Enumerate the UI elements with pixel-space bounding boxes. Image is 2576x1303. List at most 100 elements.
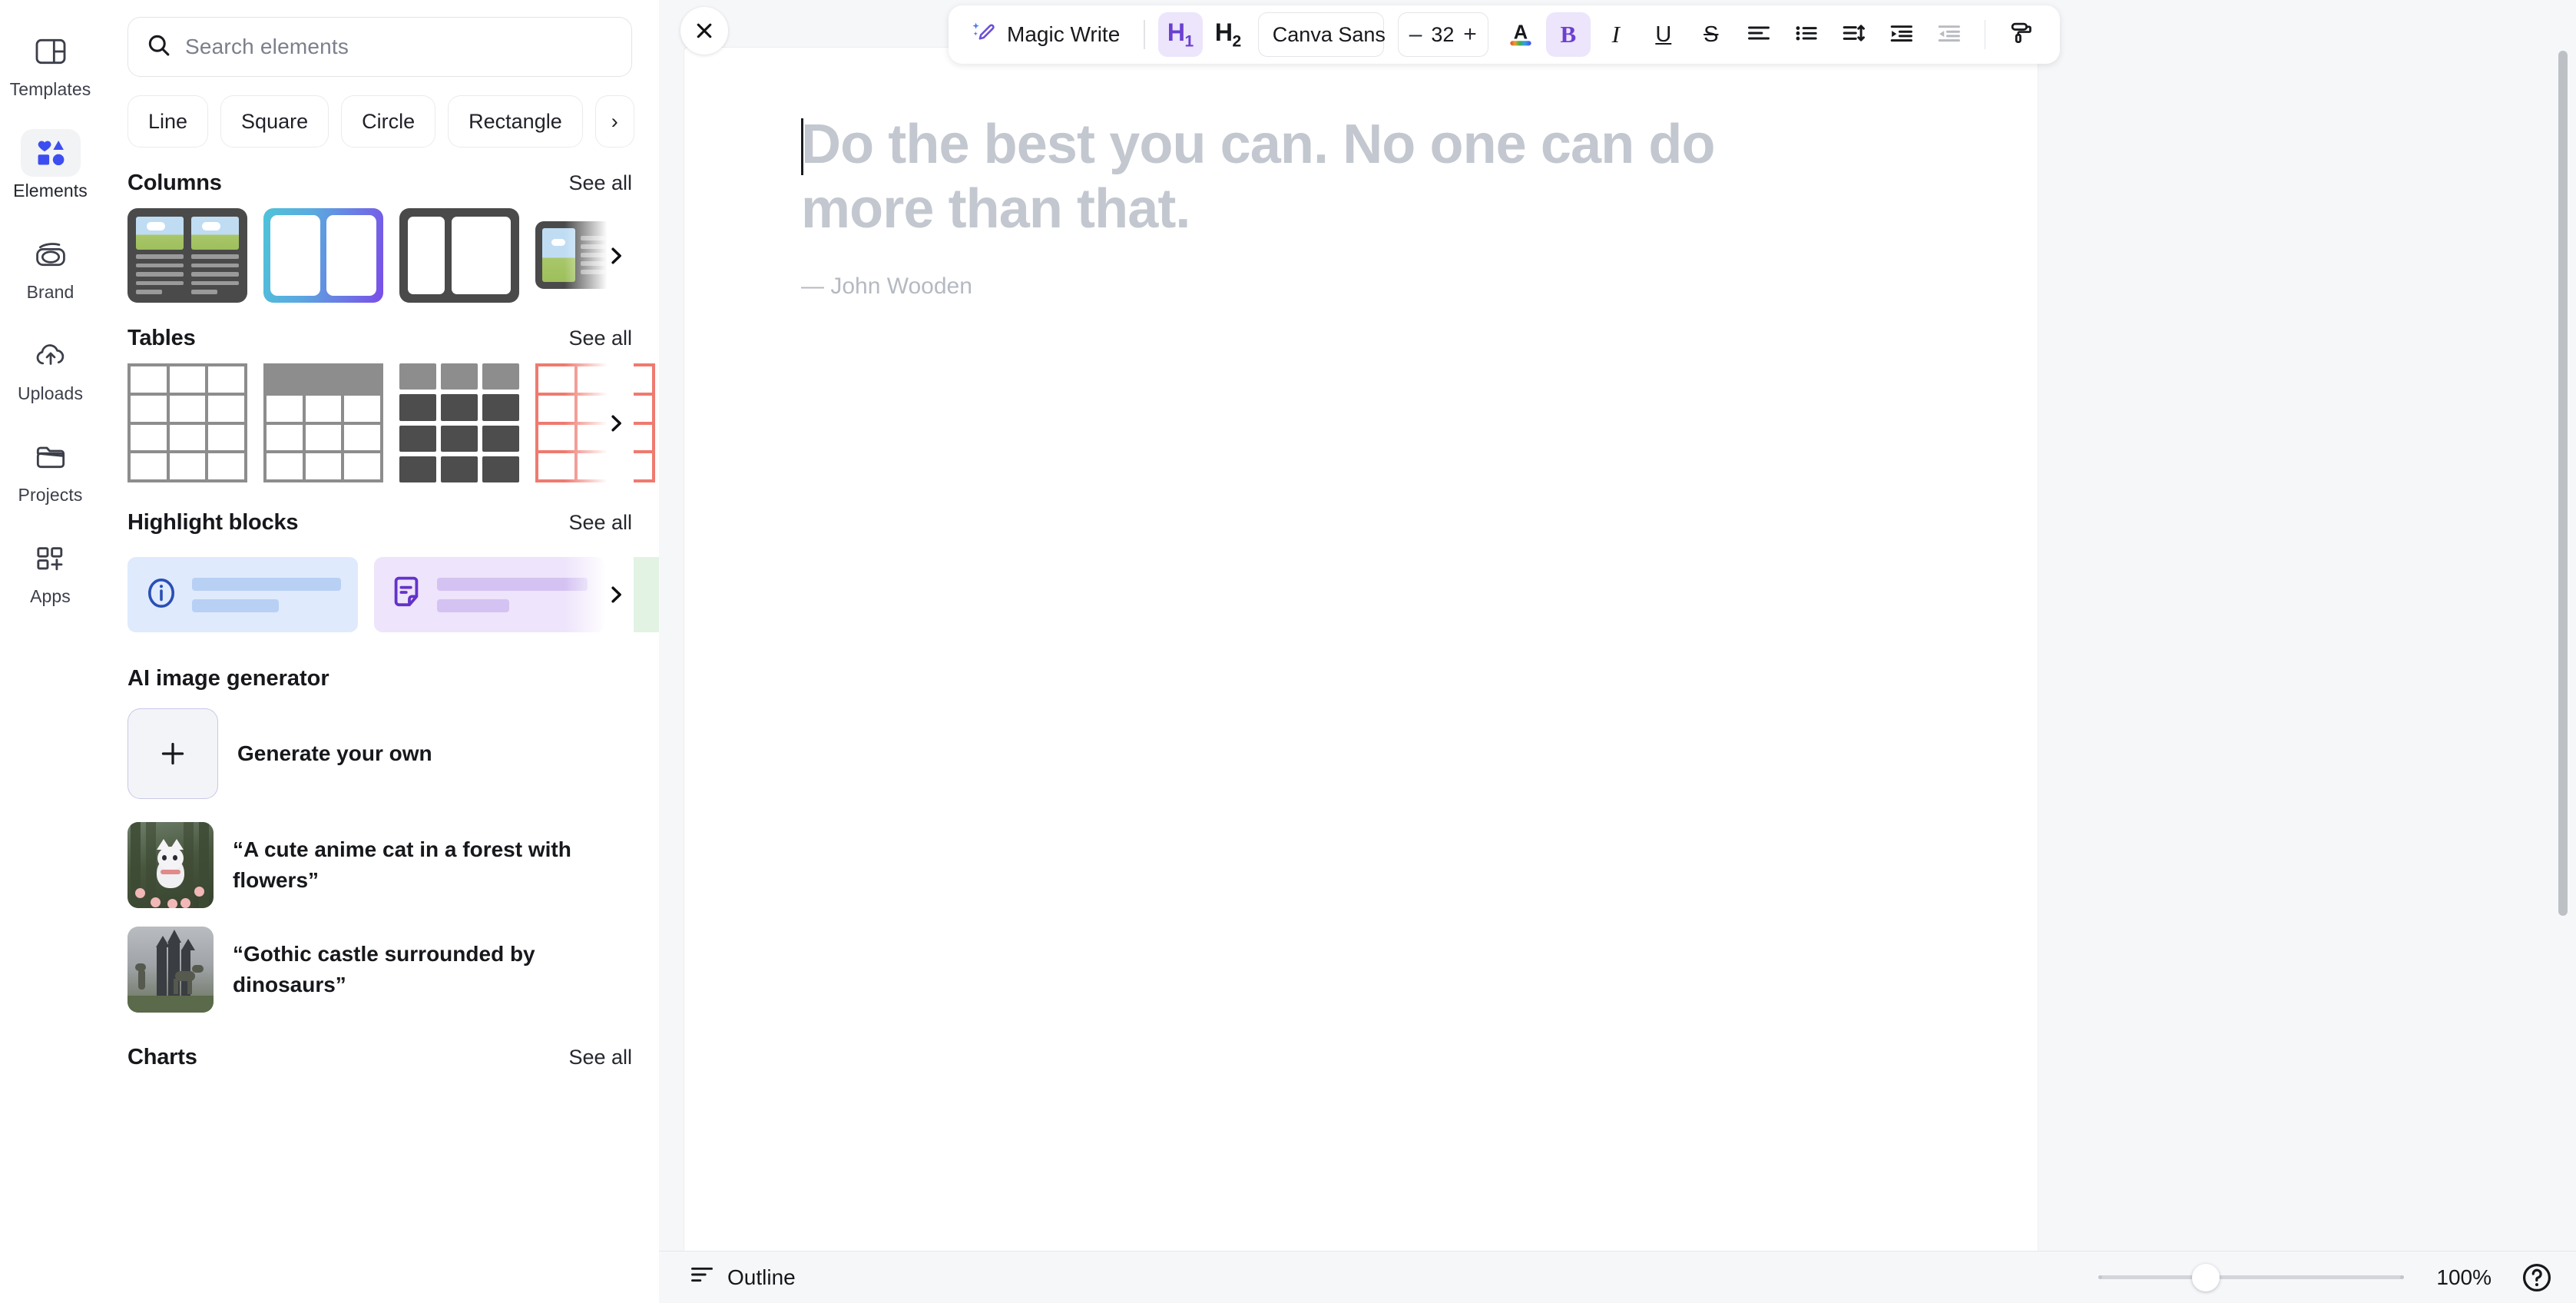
h2-label: H2 (1214, 18, 1242, 51)
chip-rectangle[interactable]: Rectangle (448, 95, 583, 148)
table-template-plain[interactable] (127, 363, 247, 482)
sidebar-label: Elements (13, 181, 88, 201)
indent-increase-icon (1889, 22, 1914, 48)
columns-next-button[interactable] (600, 240, 632, 272)
table-template-red[interactable] (535, 363, 655, 482)
section-highlight-blocks: Highlight blocks See all (101, 510, 659, 632)
close-panel-button[interactable] (680, 7, 728, 55)
search-icon (147, 33, 171, 61)
elements-panel: Search elements Line Square Circle Recta… (101, 0, 659, 1303)
gothic-castle-thumbnail (127, 927, 214, 1013)
section-title: Columns (127, 171, 222, 195)
zoom-slider[interactable] (2098, 1263, 2405, 1291)
see-all-highlight-blocks[interactable]: See all (568, 511, 632, 535)
see-all-charts[interactable]: See all (568, 1046, 632, 1069)
ai-generator-title: AI image generator (127, 666, 329, 691)
sidebar-label: Uploads (17, 383, 84, 403)
sidebar-item-templates[interactable]: Templates (3, 14, 98, 112)
slider-max-cap (2400, 1275, 2405, 1279)
italic-button[interactable]: I (1594, 12, 1638, 57)
sidebar-label: Apps (30, 586, 71, 606)
document-page[interactable]: Do the best you can. No one can do more … (684, 48, 2038, 1251)
ai-generate-your-own[interactable]: Generate your own (101, 708, 659, 799)
heading-2-button[interactable]: H2 (1206, 12, 1250, 57)
font-size-increase[interactable]: + (1463, 23, 1477, 46)
magic-write-button[interactable]: Magic Write (965, 12, 1131, 57)
outline-button[interactable]: Outline (682, 1258, 803, 1296)
strikethrough-button[interactable]: S (1689, 12, 1733, 57)
elements-icon (20, 129, 81, 177)
text-color-icon: A (1508, 18, 1534, 51)
font-size-decrease[interactable]: – (1409, 23, 1422, 46)
column-template-narrow-wide[interactable] (399, 208, 519, 303)
chips-next-button[interactable]: › (594, 95, 634, 148)
see-all-tables[interactable]: See all (568, 327, 632, 350)
ai-prompt-item[interactable]: “A cute anime cat in a forest with flowe… (101, 822, 659, 908)
section-title: Tables (127, 326, 196, 350)
magic-wand-icon (972, 20, 996, 50)
font-size-value[interactable]: 32 (1431, 23, 1454, 47)
column-template-two-equal[interactable] (263, 208, 383, 303)
anime-cat-thumbnail (127, 822, 214, 908)
highlight-next-button[interactable] (600, 579, 632, 611)
text-color-button[interactable]: A (1498, 12, 1543, 57)
align-left-icon (1747, 22, 1771, 48)
section-tables: Tables See all (101, 326, 659, 482)
tables-next-button[interactable] (600, 407, 632, 439)
zoom-level-label[interactable]: 100% (2436, 1265, 2492, 1290)
sidebar-item-projects[interactable]: Projects (3, 419, 98, 518)
canvas-vertical-scrollbar[interactable] (2558, 51, 2568, 916)
underline-label: U (1655, 22, 1672, 47)
toolbar-divider (1144, 20, 1145, 49)
see-all-columns[interactable]: See all (568, 171, 632, 195)
section-title: Highlight blocks (127, 510, 299, 535)
highlight-block-info[interactable] (127, 557, 358, 632)
bold-button[interactable]: B (1545, 12, 1591, 57)
line-spacing-icon (1842, 22, 1866, 48)
sidebar-item-elements[interactable]: Elements (3, 115, 98, 214)
tables-tile-row (127, 363, 655, 482)
sidebar-label: Projects (18, 485, 83, 505)
heading-1-button[interactable]: H1 (1157, 12, 1203, 57)
indent-increase-button[interactable] (1879, 12, 1924, 57)
chip-line[interactable]: Line (127, 95, 209, 148)
bulleted-list-button[interactable] (1784, 12, 1829, 57)
chip-circle[interactable]: Circle (341, 95, 436, 148)
outline-icon (690, 1265, 714, 1290)
sidebar-label: Brand (26, 282, 74, 302)
projects-icon (21, 433, 81, 481)
sidebar-item-uploads[interactable]: Uploads (3, 318, 98, 416)
indent-decrease-button[interactable] (1927, 12, 1972, 57)
sidebar-label: Templates (9, 79, 91, 99)
search-area: Search elements (101, 0, 659, 77)
underline-button[interactable]: U (1641, 12, 1686, 57)
section-title: Charts (127, 1045, 197, 1069)
table-template-dark[interactable] (399, 363, 519, 482)
zoom-slider-handle[interactable] (2192, 1263, 2220, 1291)
ai-prompt-item[interactable]: “Gothic castle surrounded by dinosaurs” (101, 927, 659, 1013)
document-heading[interactable]: Do the best you can. No one can do more … (801, 112, 1846, 241)
font-family-select[interactable]: Canva Sans (1257, 12, 1386, 57)
zoom-controls: 100% (2098, 1260, 2576, 1295)
format-painter-button[interactable] (1998, 12, 2043, 57)
h2-sub: 2 (1232, 32, 1242, 51)
column-template-image-text[interactable] (127, 208, 247, 303)
bold-label: B (1560, 21, 1577, 48)
sidebar-item-brand[interactable]: Brand (3, 217, 98, 315)
font-size-stepper[interactable]: – 32 + (1397, 12, 1488, 57)
outline-label: Outline (727, 1265, 796, 1289)
sticky-note-icon (391, 576, 423, 614)
shape-chip-row: Line Square Circle Rectangle › (101, 77, 659, 148)
document-attribution[interactable]: — John Wooden (801, 274, 1921, 300)
text-align-button[interactable] (1737, 12, 1781, 57)
sidebar-item-apps[interactable]: Apps (3, 521, 98, 619)
toolbar-divider (1984, 20, 1986, 49)
h1-sub: 1 (1184, 32, 1194, 51)
highlight-block-note[interactable] (374, 557, 604, 632)
search-input[interactable]: Search elements (127, 17, 632, 77)
help-icon[interactable] (2519, 1260, 2554, 1295)
table-template-header[interactable] (263, 363, 383, 482)
chip-square[interactable]: Square (220, 95, 329, 148)
line-spacing-button[interactable] (1832, 12, 1876, 57)
left-rail: Templates Elements Brand Uploads Project… (0, 0, 101, 1303)
